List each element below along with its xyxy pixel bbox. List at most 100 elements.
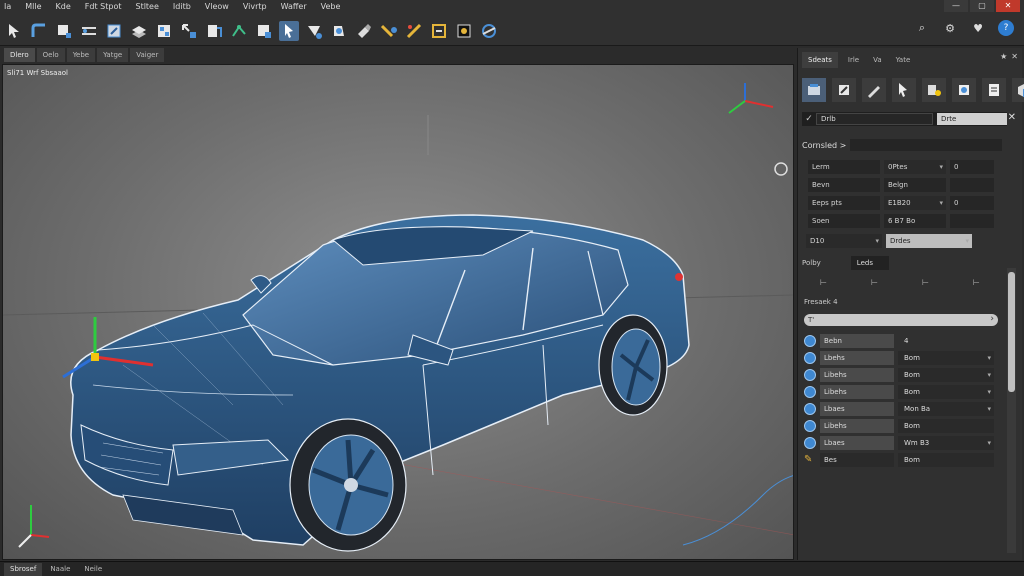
move-icon[interactable] [179, 21, 199, 41]
menu-item[interactable]: Vivrtp [243, 2, 267, 14]
property-row: Libehs Bom [804, 419, 994, 433]
scrollbar-thumb[interactable] [1008, 272, 1015, 392]
close-panel-icon[interactable]: ✕ [1011, 52, 1018, 61]
paint-icon[interactable] [329, 21, 349, 41]
param-value[interactable]: E1B20 [884, 196, 946, 210]
scale-icon[interactable] [204, 21, 224, 41]
cube-icon[interactable] [129, 21, 149, 41]
modify-tool-icon[interactable] [802, 78, 826, 102]
window-controls: — ▢ ✕ [944, 0, 1020, 12]
poly-value[interactable]: Leds [850, 256, 889, 270]
menu-item[interactable]: Waffer [281, 2, 307, 14]
param-extra[interactable]: 0 [950, 160, 994, 174]
viewport-tab[interactable]: Dlero [4, 48, 35, 62]
transform-icon[interactable] [104, 21, 124, 41]
param-value[interactable]: 0Ptes [884, 160, 946, 174]
marker-icon[interactable]: ⊢ [973, 278, 980, 287]
menu-item[interactable]: Vebe [321, 2, 341, 14]
viewport-tab[interactable]: Vaiger [130, 48, 165, 62]
bottom-tab[interactable]: Sbrosef [4, 562, 43, 576]
orbit-icon[interactable] [479, 21, 499, 41]
bend-tool-icon[interactable] [29, 21, 49, 41]
menu-item[interactable]: Iditb [173, 2, 191, 14]
property-value[interactable]: Bom [898, 419, 994, 433]
marker-icon[interactable]: ⊢ [922, 278, 929, 287]
pencil-tool-icon[interactable] [862, 78, 886, 102]
box-icon[interactable] [254, 21, 274, 41]
property-label: Lbehs [820, 351, 894, 365]
heart-icon[interactable]: ♥ [970, 20, 986, 36]
property-value[interactable]: Wm B3 [898, 436, 994, 450]
display-select[interactable]: Drdes [886, 234, 972, 248]
edit-mesh-icon[interactable] [832, 78, 856, 102]
viewport-label: Sli71 Wrf Sbsaaol [7, 69, 68, 77]
panel-tab[interactable]: Sdeats [802, 52, 838, 68]
param-value[interactable]: Belgn [884, 178, 946, 192]
menu-item[interactable]: Stltee [135, 2, 158, 14]
param-extra[interactable] [950, 214, 994, 228]
bottom-tab[interactable]: Naale [44, 563, 76, 576]
menu-item[interactable]: Mlle [25, 2, 41, 14]
help-icon[interactable]: ? [998, 20, 1014, 36]
panel-tab[interactable]: Va [869, 54, 886, 66]
param-value[interactable]: 6 B7 Bo [884, 214, 946, 228]
vertex-connect-icon[interactable] [229, 21, 249, 41]
search-icon[interactable]: ⌕ [914, 20, 930, 36]
menu-item[interactable]: Vleow [205, 2, 229, 14]
minimize-button[interactable]: — [944, 0, 968, 12]
panel-scrollbar[interactable] [1007, 268, 1016, 553]
property-value[interactable]: 4 [898, 334, 994, 348]
document-icon[interactable] [982, 78, 1006, 102]
knife-icon[interactable] [404, 21, 424, 41]
property-row: Libehs Bom [804, 368, 994, 382]
lasso-icon[interactable] [304, 21, 324, 41]
menu-item[interactable]: Kde [56, 2, 71, 14]
pin-icon[interactable]: ★ [1000, 52, 1007, 61]
shear-icon[interactable] [79, 21, 99, 41]
property-value[interactable]: Mon Ba [898, 402, 994, 416]
bottom-tab[interactable]: Neile [78, 563, 108, 576]
material-icon[interactable] [952, 78, 976, 102]
box-select-icon[interactable] [54, 21, 74, 41]
property-row: Lbaes Mon Ba [804, 402, 994, 416]
select-object-icon[interactable] [279, 21, 299, 41]
measure-icon[interactable] [429, 21, 449, 41]
property-value[interactable]: Bom [898, 453, 994, 467]
close-icon[interactable]: ✕ [1008, 112, 1016, 123]
panel-tab[interactable]: Irle [844, 54, 863, 66]
property-value[interactable]: Bom [898, 385, 994, 399]
checkbox[interactable]: ✓ [802, 114, 816, 124]
property-value[interactable]: Bom [898, 368, 994, 382]
viewport-tab[interactable]: Yebe [66, 48, 96, 62]
object-name-input[interactable]: Drlb [816, 113, 933, 125]
property-label: Bes [820, 453, 894, 467]
menu-item[interactable]: Ia [4, 2, 11, 14]
object-type-select[interactable]: Drte [937, 113, 1007, 125]
package-icon[interactable] [1012, 78, 1024, 102]
value-slider[interactable]: T' [804, 313, 998, 326]
camera-icon[interactable] [454, 21, 474, 41]
select-tool-icon[interactable] [892, 78, 916, 102]
maximize-button[interactable]: ▢ [970, 0, 994, 12]
layers-icon[interactable] [154, 21, 174, 41]
mode-select[interactable]: D10 [806, 234, 882, 248]
param-row: Bevn Belgn [808, 178, 994, 192]
light-icon[interactable] [922, 78, 946, 102]
bevel-icon[interactable] [379, 21, 399, 41]
marker-icon[interactable]: ⊢ [871, 278, 878, 287]
viewport-tab[interactable]: Oelo [36, 48, 65, 62]
property-value[interactable]: Bom [898, 351, 994, 365]
gear-icon[interactable]: ⚙ [942, 20, 958, 36]
marker-icon[interactable]: ⊢ [820, 278, 827, 287]
object-name-row: ✓ Drlb Drte [802, 112, 1007, 126]
viewport-tab[interactable]: Yatge [97, 48, 129, 62]
param-extra[interactable] [950, 178, 994, 192]
close-button[interactable]: ✕ [996, 0, 1020, 12]
menu-item[interactable]: Fdt Stpot [85, 2, 122, 14]
section-header[interactable]: Cornsled > [802, 138, 1002, 152]
panel-tab[interactable]: Yate [892, 54, 915, 66]
select-arrow-icon[interactable] [4, 21, 24, 41]
param-extra[interactable]: 0 [950, 196, 994, 210]
3d-viewport[interactable]: Sli71 Wrf Sbsaaol [2, 64, 794, 560]
brush-icon[interactable] [354, 21, 374, 41]
